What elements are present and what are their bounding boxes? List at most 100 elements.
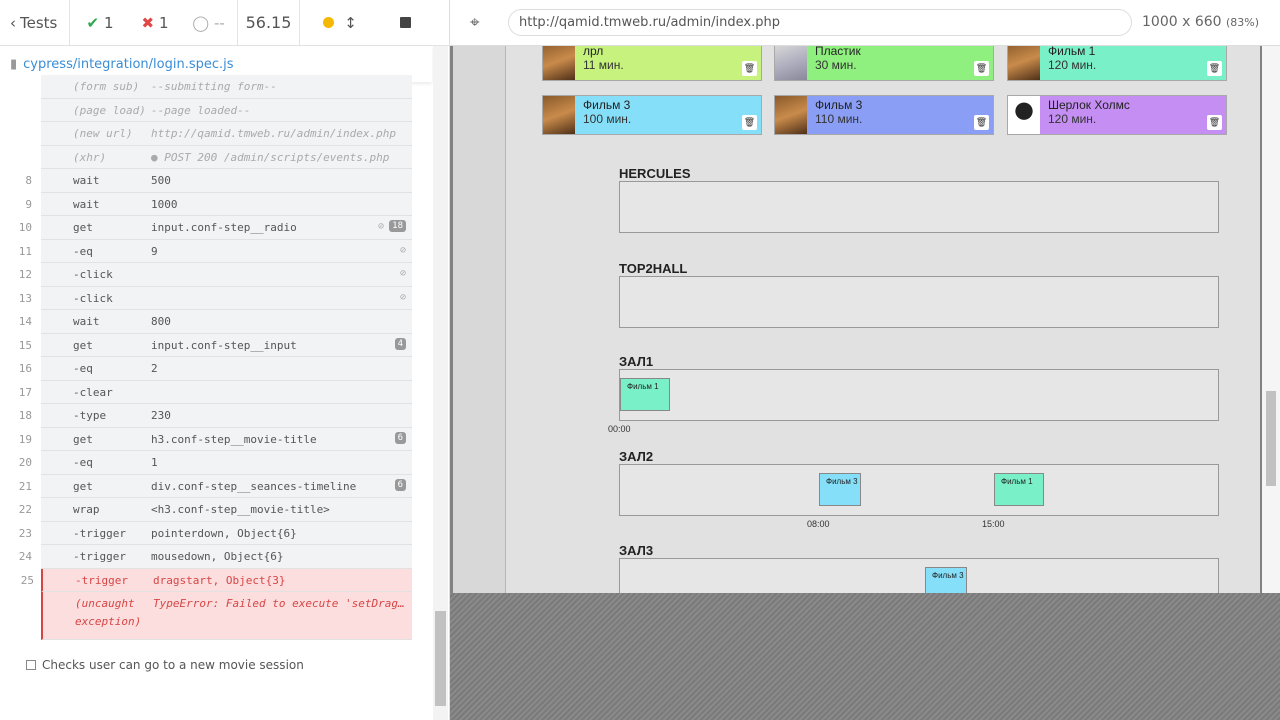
command-row[interactable]: 15 get input.conf-step__input 4 (19, 333, 412, 357)
command-message: 2 (151, 362, 158, 375)
command-message: 500 (151, 174, 171, 187)
stop-icon (399, 17, 411, 28)
seances-timeline[interactable] (619, 181, 1219, 233)
movie-card[interactable]: Пластик 30 мин. 🗑 (774, 46, 994, 81)
movie-poster (543, 96, 575, 134)
command-row[interactable]: (form sub) --submitting form-- (41, 75, 412, 99)
movie-duration: 120 мин. (1048, 112, 1097, 126)
movie-card[interactable]: Фильм 3 100 мин. 🗑 (542, 95, 762, 135)
command-message: 1000 (151, 197, 178, 211)
seances-timeline[interactable]: Фильм 3 (619, 558, 1219, 593)
command-row[interactable]: 9 wait 1000 (25, 192, 412, 216)
command-message: <h3.conf-step__movie-title> (151, 503, 330, 516)
command-number: 21 (18, 479, 32, 493)
iframe-scrollbar-thumb[interactable] (1266, 391, 1276, 486)
command-message: 230 (151, 409, 171, 422)
test-item[interactable]: Checks user can go to a new movie sessio… (26, 658, 304, 672)
command-row[interactable]: 22 wrap <h3.conf-step__movie-title> (19, 498, 412, 522)
command-name: (new url) (73, 127, 133, 140)
movie-card[interactable]: лрл 11 мин. 🗑 (542, 46, 762, 81)
passed-count: ✔ 1 (86, 13, 114, 32)
command-row[interactable]: (page load) --page loaded-- (41, 98, 412, 122)
count-badge: 4 (394, 337, 406, 350)
chevron-left-icon: ‹ (10, 13, 16, 32)
command-row[interactable]: 17 -clear (19, 380, 412, 404)
viewport-padding (450, 593, 1280, 720)
command-row[interactable]: 16 -eq 2 (19, 357, 412, 381)
movie-title: Фильм 3 (583, 98, 631, 112)
log-scrollbar[interactable] (433, 46, 448, 720)
command-row[interactable]: 18 -type 230 (19, 404, 412, 428)
command-number: 11 (18, 244, 32, 258)
command-row[interactable]: (new url) http://qamid.tmweb.ru/admin/ind… (41, 122, 412, 146)
seances-timeline[interactable] (619, 276, 1219, 328)
trash-icon[interactable]: 🗑 (742, 115, 757, 130)
command-message: TypeError: Failed to execute 'setDrag… (153, 597, 405, 610)
seance-block[interactable]: Фильм 3 (925, 567, 967, 593)
log-scrollbar-thumb[interactable] (435, 611, 446, 706)
seance-block[interactable]: Фильм 1 (994, 473, 1044, 506)
seance-block[interactable]: Фильм 3 (819, 473, 861, 506)
circle-icon: ◯ (192, 13, 209, 32)
command-row[interactable]: 19 get h3.conf-step__movie-title 6 (19, 427, 412, 451)
command-name: wrap (73, 503, 100, 516)
hall-title: ЗАЛ1 (619, 354, 654, 369)
command-name: wait (73, 174, 100, 187)
command-message: --submitting form-- (151, 80, 277, 93)
command-row[interactable]: 8 wait 500 (25, 169, 412, 193)
command-number: 20 (18, 456, 32, 469)
command-row[interactable]: 10 get input.conf-step__radio 18 ⊘ (19, 216, 412, 240)
movie-title: Шерлок Холмс (1048, 98, 1130, 112)
url-field[interactable]: http://qamid.tmweb.ru/admin/index.php (508, 9, 1132, 36)
seances-timeline[interactable]: Фильм 3 Фильм 1 (619, 464, 1219, 516)
command-row[interactable]: 12 -click ⊘ (19, 263, 412, 287)
aut-panel: ⌖ http://qamid.tmweb.ru/admin/index.php … (450, 0, 1280, 720)
trash-icon[interactable]: 🗑 (974, 61, 989, 76)
command-name: (form sub) (73, 80, 140, 93)
hidden-eye-icon: ⊘ (399, 291, 406, 303)
command-row[interactable]: 14 wait 800 (19, 310, 412, 334)
seance-block[interactable]: Фильм 1 (620, 378, 670, 411)
command-name: -trigger (75, 573, 128, 587)
movie-duration: 110 мин. (815, 112, 863, 126)
command-name: get (73, 479, 93, 493)
selector-playground-icon[interactable]: ⌖ (470, 13, 480, 33)
command-row[interactable]: 11 -eq 9 ⊘ (19, 239, 412, 263)
command-row[interactable]: 25 -trigger dragstart, Object{3} (21, 568, 412, 592)
trash-icon[interactable]: 🗑 (742, 61, 757, 76)
command-number: 18 (18, 409, 32, 422)
hidden-eye-icon: ⊘ (377, 221, 384, 232)
command-name: wait (73, 197, 100, 211)
seances-timeline[interactable]: Фильм 1 (619, 369, 1219, 421)
command-row[interactable]: 23 -trigger pointerdown, Object{6} (19, 521, 412, 545)
command-name: -click (73, 291, 113, 305)
trash-icon[interactable]: 🗑 (1207, 61, 1222, 76)
command-row[interactable]: 20 -eq 1 (19, 451, 412, 475)
stop-button[interactable] (380, 0, 430, 46)
command-message: input.conf-step__input (151, 338, 297, 352)
command-message: 1 (151, 456, 158, 469)
movie-card[interactable]: Фильм 3 110 мин. 🗑 (774, 95, 994, 135)
movie-card[interactable]: Фильм 1 120 мин. 🗑 (1007, 46, 1227, 81)
iframe-scrollbar[interactable] (1262, 46, 1280, 593)
auto-scroll-icon[interactable]: ↕ (344, 14, 357, 32)
file-icon: ▮ (10, 56, 18, 72)
command-name: get (73, 432, 93, 446)
duration: 56.15 (238, 0, 300, 46)
movie-title: Пластик (815, 46, 861, 58)
command-row[interactable]: 21 get div.conf-step__seances-timeline 6 (19, 474, 412, 498)
command-message: http://qamid.tmweb.ru/admin/index.php (151, 127, 397, 140)
app-iframe: лрл 11 мин. 🗑 Пластик 30 мин. 🗑 Фильм 1 120 мин… (453, 46, 1260, 593)
movie-title: Фильм 1 (1048, 46, 1096, 58)
trash-icon[interactable]: 🗑 (974, 115, 989, 130)
command-row[interactable]: (xhr) ● POST 200 /admin/scripts/events.ph… (41, 145, 412, 169)
command-row[interactable]: 24 -trigger mousedown, Object{6} (19, 545, 412, 569)
tests-back-button[interactable]: ‹ Tests (0, 0, 70, 46)
command-name: -clear (73, 385, 113, 399)
command-row[interactable]: 13 -click ⊘ (19, 286, 412, 310)
command-row[interactable]: (uncaught exception) TypeError: Failed to … (41, 592, 412, 640)
command-message: 9 (151, 244, 158, 258)
command-name: -trigger (73, 550, 126, 563)
trash-icon[interactable]: 🗑 (1207, 115, 1222, 130)
movie-card[interactable]: Шерлок Холмс 120 мин. 🗑 (1007, 95, 1227, 135)
